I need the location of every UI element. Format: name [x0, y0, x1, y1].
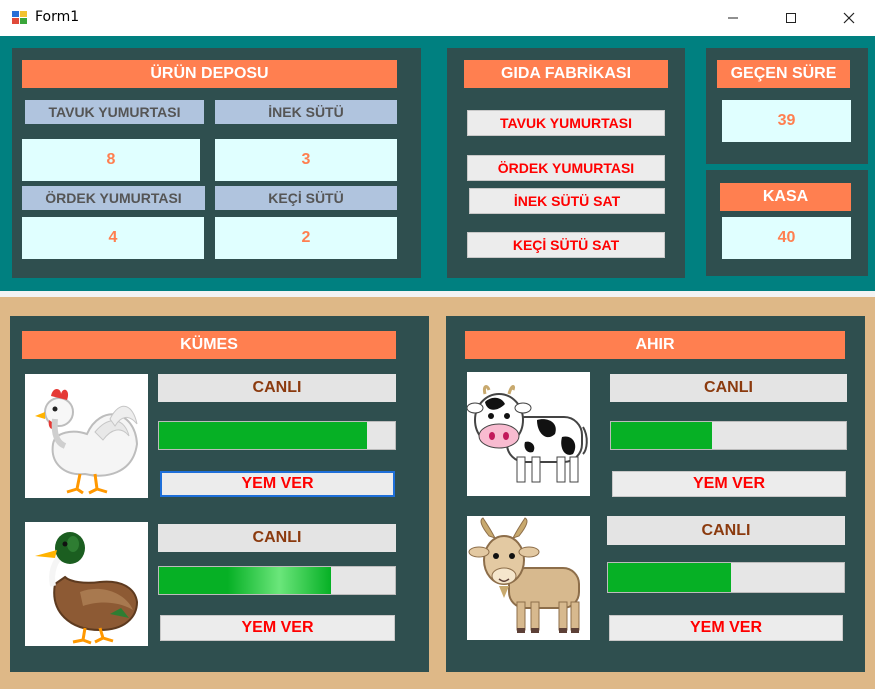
- title-bar: Form1: [0, 0, 875, 36]
- window-title: Form1: [35, 9, 80, 25]
- duck-feed-button[interactable]: YEM VER: [160, 615, 395, 641]
- kasa-value: 40: [722, 217, 851, 259]
- goat-picture: [467, 516, 590, 640]
- close-button[interactable]: [820, 0, 875, 36]
- cow-status: CANLI: [610, 374, 847, 402]
- sell-ordek-yumurtasi-button[interactable]: ÖRDEK YUMURTASI: [467, 155, 665, 181]
- gecen-sure-value: 39: [722, 100, 851, 142]
- app-form-icon: [12, 11, 27, 24]
- ordek-yumurtasi-label: ÖRDEK YUMURTASI: [22, 186, 205, 210]
- sell-tavuk-yumurtasi-button[interactable]: TAVUK YUMURTASI: [467, 110, 665, 136]
- chicken-status: CANLI: [158, 374, 396, 402]
- keci-sutu-label: KEÇİ SÜTÜ: [215, 186, 397, 210]
- cow-feed-button[interactable]: YEM VER: [612, 471, 846, 497]
- close-icon: [843, 12, 855, 24]
- urun-deposu-title: ÜRÜN DEPOSU: [22, 60, 397, 88]
- gida-fabrikasi-title: GIDA FABRİKASI: [464, 60, 668, 88]
- kumes-title: KÜMES: [22, 331, 396, 359]
- gecen-sure-title: GEÇEN SÜRE: [717, 60, 850, 88]
- maximize-icon: [786, 13, 796, 23]
- duck-status: CANLI: [158, 524, 396, 552]
- cow-health-fill: [611, 422, 713, 449]
- tavuk-yumurtasi-value: 8: [22, 139, 200, 181]
- area-divider: [0, 291, 875, 297]
- duck-icon: [35, 532, 139, 645]
- chicken-picture: [25, 374, 148, 498]
- goat-icon: [468, 517, 580, 633]
- sell-keci-sutu-button[interactable]: KEÇİ SÜTÜ SAT: [467, 232, 665, 258]
- keci-sutu-value: 2: [215, 217, 397, 259]
- cow-icon: [467, 385, 588, 483]
- inek-sutu-value: 3: [215, 139, 397, 181]
- duck-picture: [25, 522, 148, 646]
- maximize-button[interactable]: [762, 0, 820, 36]
- goat-feed-button[interactable]: YEM VER: [609, 615, 843, 641]
- inek-sutu-label: İNEK SÜTÜ: [215, 100, 397, 124]
- chicken-health-fill: [159, 422, 367, 449]
- minimize-button[interactable]: [704, 0, 762, 36]
- chicken-icon: [35, 389, 139, 495]
- ahir-title: AHIR: [465, 331, 845, 359]
- chicken-health-bar: [158, 421, 396, 450]
- kasa-title: KASA: [720, 183, 851, 211]
- chicken-feed-button[interactable]: YEM VER: [160, 471, 395, 497]
- minimize-icon: [728, 17, 738, 19]
- cow-health-bar: [610, 421, 847, 450]
- duck-health-fill: [159, 567, 332, 594]
- goat-health-bar: [607, 562, 845, 593]
- goat-status: CANLI: [607, 516, 845, 545]
- ordek-yumurtasi-value: 4: [22, 217, 204, 259]
- goat-health-fill: [608, 563, 731, 592]
- tavuk-yumurtasi-label: TAVUK YUMURTASI: [25, 100, 204, 124]
- cow-picture: [467, 372, 590, 496]
- sell-inek-sutu-button[interactable]: İNEK SÜTÜ SAT: [469, 188, 665, 214]
- duck-health-bar: [158, 566, 396, 595]
